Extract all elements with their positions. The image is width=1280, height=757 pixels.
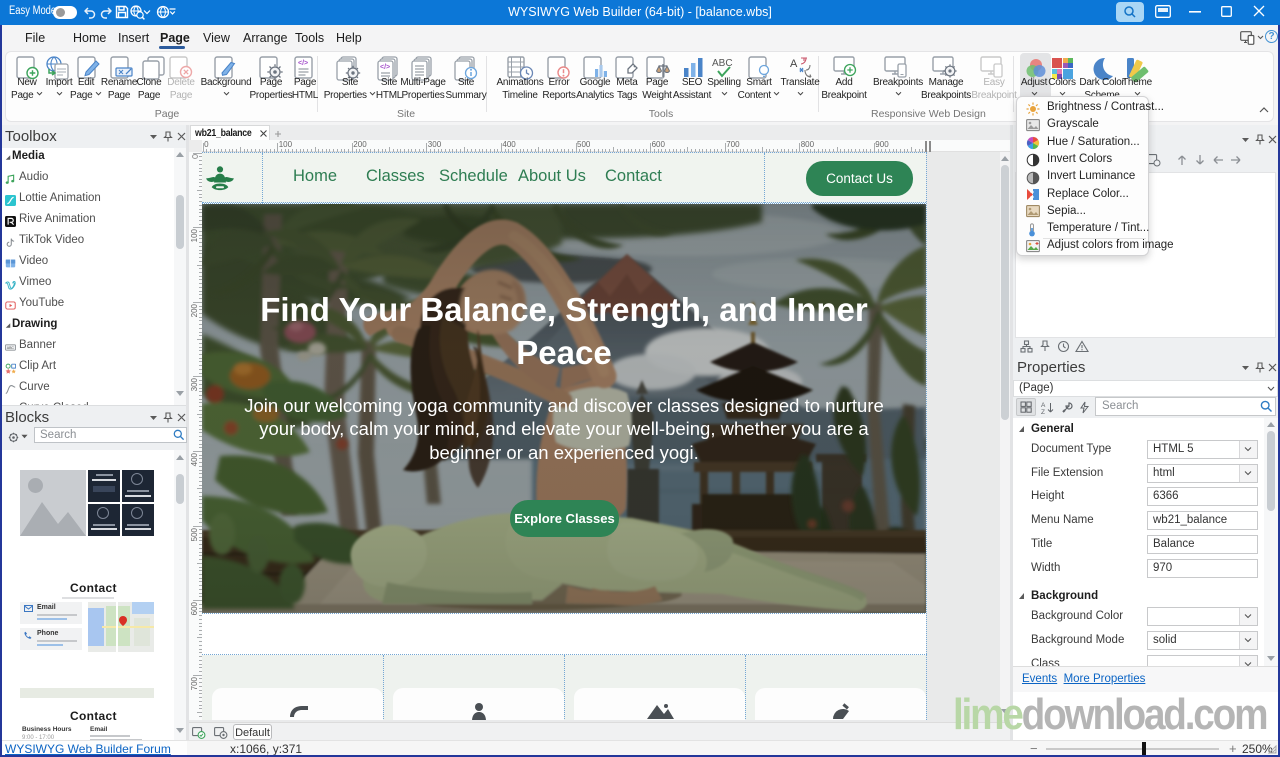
svg-text:</>: </> <box>298 60 308 67</box>
svg-text:Z: Z <box>1041 409 1045 414</box>
svg-text:</>: </> <box>380 64 390 71</box>
svg-text:ABC: ABC <box>7 346 15 350</box>
svg-text:A: A <box>790 58 798 70</box>
svg-text:A: A <box>1041 402 1046 409</box>
